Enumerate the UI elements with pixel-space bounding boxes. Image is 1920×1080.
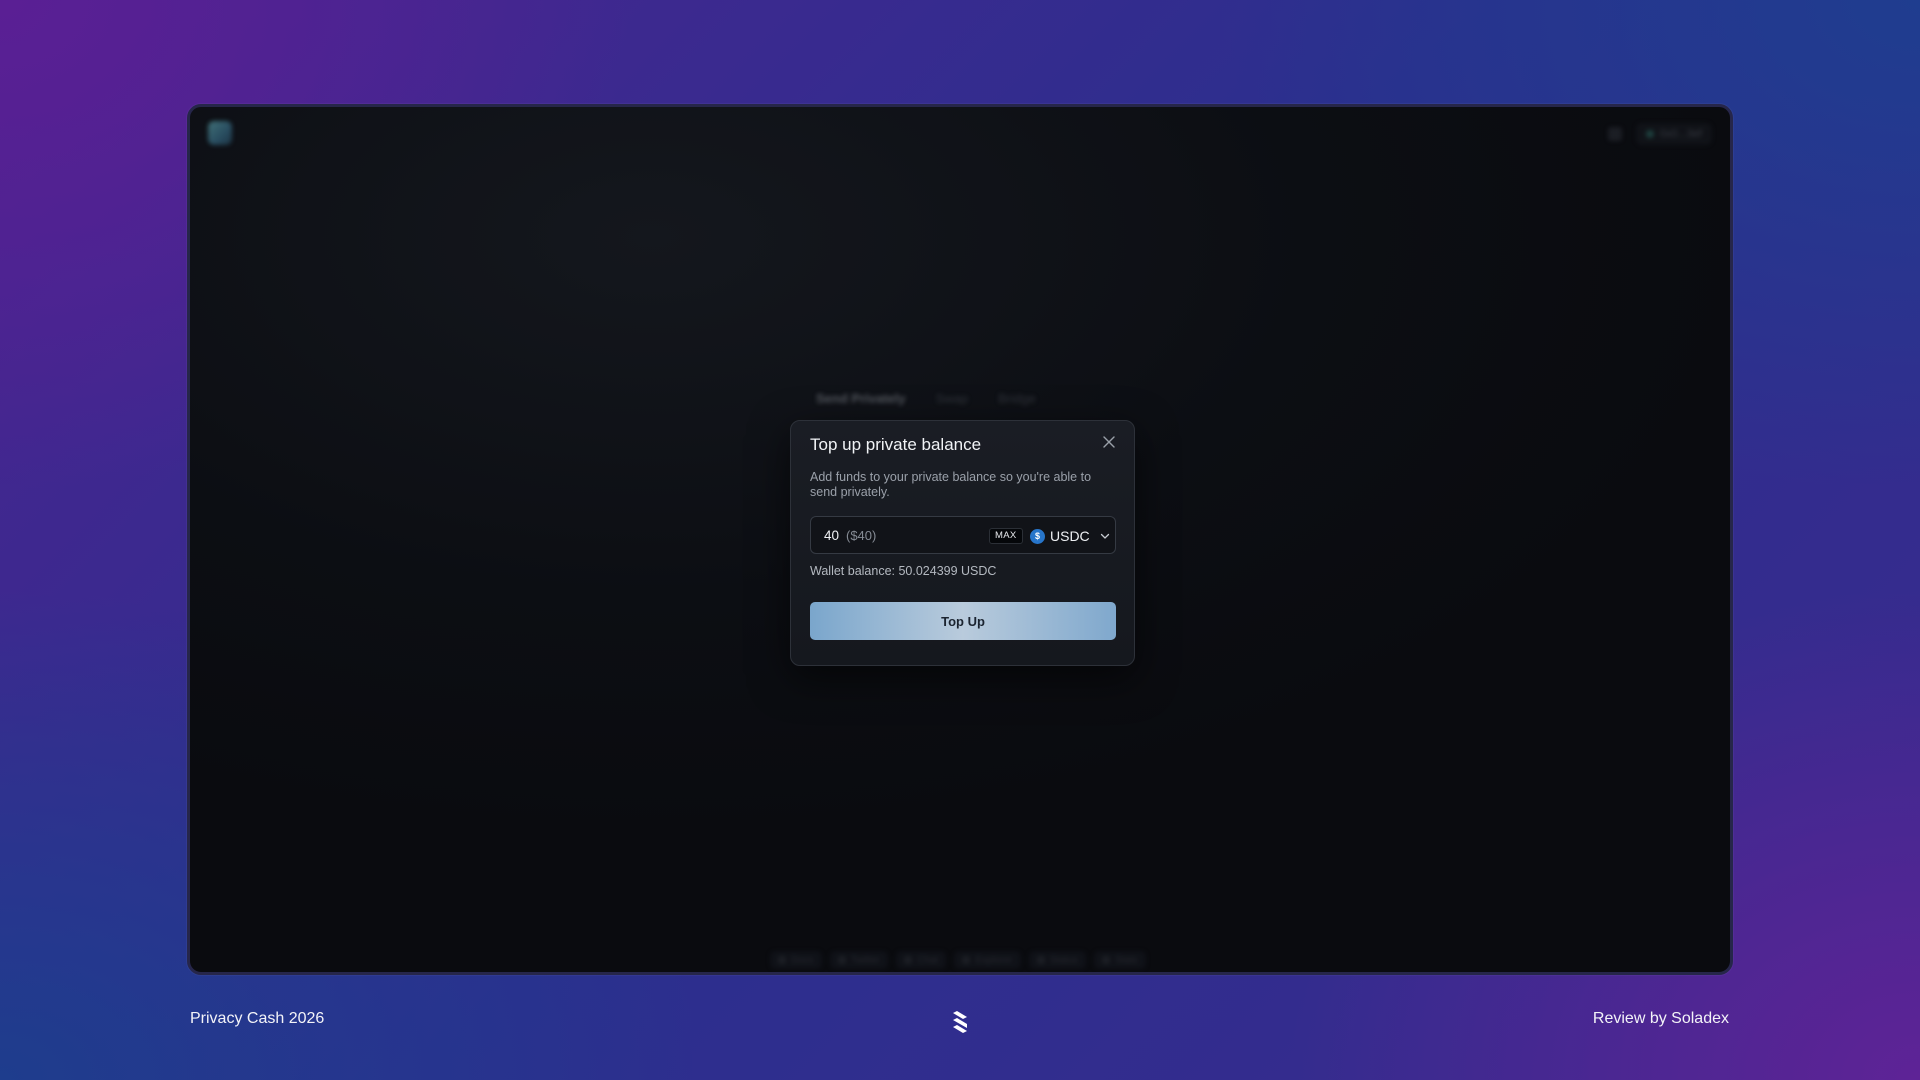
- amount-value[interactable]: 40: [824, 528, 839, 543]
- footer-link-chat[interactable]: Chat: [896, 951, 947, 969]
- account-label: 0x0...3ef: [1659, 128, 1702, 140]
- settings-icon[interactable]: [1607, 127, 1622, 141]
- twitter-icon: [837, 956, 846, 964]
- docs-icon: [778, 956, 786, 964]
- amount-usd-value: ($40): [846, 528, 877, 543]
- footer-link-explorer[interactable]: Explorer: [954, 951, 1021, 969]
- footer-link-label: Chat: [917, 954, 939, 966]
- footer-link-label: Explorer: [975, 954, 1013, 966]
- footer-link-docs[interactable]: Docs: [770, 951, 822, 969]
- modal-description: Add funds to your private balance so you…: [810, 470, 1092, 499]
- footer-link-twitter[interactable]: Twitter: [829, 951, 889, 969]
- token-label: USDC: [1050, 528, 1090, 544]
- top-up-modal: Top up private balance Add funds to your…: [790, 420, 1135, 666]
- footer-title: Privacy Cash 2026: [190, 1010, 325, 1027]
- footer-link-label: Status: [1049, 954, 1078, 966]
- wallet-balance: Wallet balance: 50.024399 USDC: [810, 564, 997, 578]
- account-button[interactable]: 0x0...3ef: [1635, 123, 1712, 145]
- amount-input[interactable]: 40 ($40) MAX $ USDC: [810, 516, 1116, 554]
- main-tabs: Send Privately Swap Bridge: [816, 391, 1036, 406]
- account-status-dot: [1645, 130, 1654, 138]
- tab-send-privately[interactable]: Send Privately: [816, 391, 906, 406]
- explorer-icon: [962, 956, 971, 964]
- footer-links: Docs Twitter Chat Explorer Status Stats: [770, 951, 1146, 969]
- modal-title: Top up private balance: [810, 435, 982, 454]
- footer-link-label: Docs: [791, 954, 814, 966]
- close-button[interactable]: [1100, 433, 1118, 451]
- stats-icon: [1101, 956, 1110, 964]
- close-icon[interactable]: [1100, 433, 1118, 451]
- tab-bridge[interactable]: Bridge: [998, 391, 1036, 406]
- app-window: 0x0...3ef Send Privately Swap Bridge Doc…: [187, 104, 1733, 975]
- usdc-icon: $: [1030, 528, 1045, 544]
- footer-link-label: Twitter: [850, 954, 881, 966]
- tab-swap[interactable]: Swap: [936, 391, 969, 406]
- footer-link-status[interactable]: Status: [1028, 951, 1086, 969]
- footer-link-stats[interactable]: Stats: [1093, 951, 1146, 969]
- header-actions: 0x0...3ef: [1607, 123, 1712, 145]
- max-button[interactable]: MAX: [989, 528, 1023, 544]
- footer-link-label: Stats: [1114, 954, 1138, 966]
- footer-credit: Review by Soladex: [1592, 1010, 1729, 1027]
- token-select[interactable]: $ USDC: [1030, 526, 1111, 546]
- soladex-logo-icon: [953, 1011, 967, 1033]
- chat-icon: [904, 956, 913, 964]
- chevron-down-icon: [1100, 533, 1109, 539]
- app-logo[interactable]: [208, 121, 232, 145]
- top-up-button[interactable]: Top Up: [810, 602, 1116, 640]
- status-icon: [1036, 956, 1045, 964]
